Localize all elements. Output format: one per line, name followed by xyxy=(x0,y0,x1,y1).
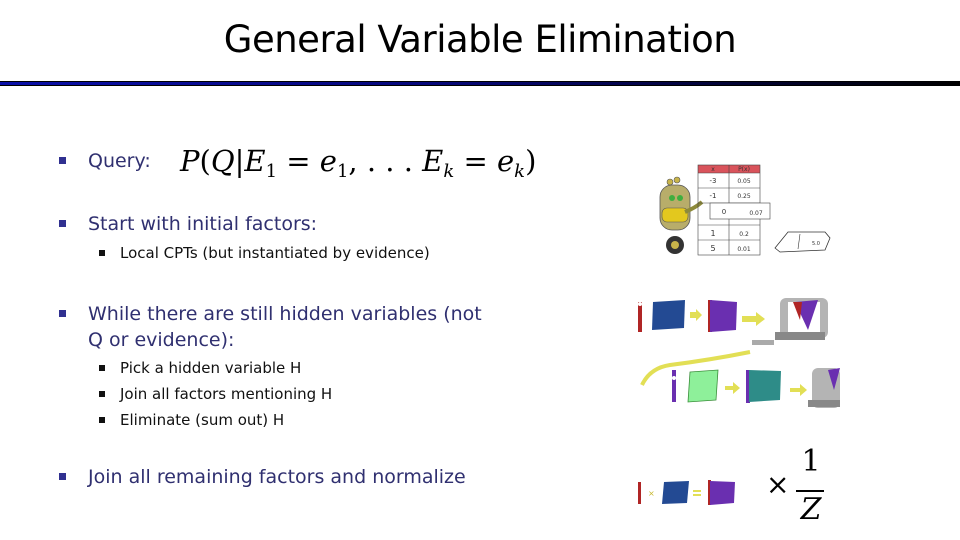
sub-bullet-text: Join all factors mentioning H xyxy=(120,385,333,403)
query-label: Query: xyxy=(88,150,151,172)
times-symbol: × xyxy=(766,468,790,501)
formula-open-paren: ( xyxy=(199,144,211,178)
factor-purple-icon xyxy=(708,480,735,505)
formula-sub-1b: 1 xyxy=(336,161,349,182)
join-eliminate-illustration xyxy=(638,298,840,408)
bullet-final: Join all remaining factors and normalize xyxy=(59,464,466,490)
sub-bullet-marker xyxy=(99,365,105,371)
formula-ek: e xyxy=(497,144,515,178)
bullet-final-text: Join all remaining factors and normalize xyxy=(88,466,466,488)
sub-bullet-pick: Pick a hidden variable H xyxy=(99,355,302,381)
slide-title: General Variable Elimination xyxy=(223,18,737,61)
bullet-marker xyxy=(59,157,66,164)
factor-green-icon xyxy=(687,369,719,403)
formula-e1: e xyxy=(319,144,337,178)
cpt-header-px: P(x) xyxy=(738,166,750,173)
formula-Ek: E xyxy=(422,144,444,178)
bullet-start: Start with initial factors: xyxy=(59,211,318,237)
bullet-start-text: Start with initial factors: xyxy=(88,213,318,235)
formula-eq: = xyxy=(277,144,320,178)
fraction-numerator: 1 xyxy=(801,444,821,479)
bullet-marker xyxy=(59,220,66,227)
equals-icon xyxy=(693,490,701,496)
factor-pin-red-icon xyxy=(638,482,641,504)
cpt-cell: 0.2 xyxy=(739,231,749,238)
scale-label: 5.0 xyxy=(812,241,820,247)
factor-blue-icon xyxy=(662,481,689,504)
cpt-cell: 0.05 xyxy=(737,178,751,185)
arrow-icon xyxy=(725,382,740,394)
cpt-table: x P(x) -3 0.05 -1 0.25 0 0.07 1 0.2 5 0.… xyxy=(697,164,771,256)
robot-icon xyxy=(659,176,704,254)
cpt-cell: 0.25 xyxy=(737,193,751,200)
formula-Q: Q xyxy=(210,144,235,178)
formula-sub-kb: k xyxy=(514,161,526,182)
bullet-marker xyxy=(59,310,66,317)
factor-purple-icon xyxy=(708,300,737,332)
scale-icon: 5.0 xyxy=(774,231,831,253)
bullet-marker xyxy=(59,473,66,480)
sub-bullet-text: Eliminate (sum out) H xyxy=(120,411,285,429)
cpt-cell: 5 xyxy=(710,244,715,253)
sub-bullet-eliminate: Eliminate (sum out) H xyxy=(99,407,285,433)
formula-E1: E xyxy=(244,144,266,178)
formula-sub-1: 1 xyxy=(265,161,278,182)
robot-cpt-illustration: x P(x) -3 0.05 -1 0.25 0 0.07 1 0.2 5 0.… xyxy=(659,164,831,256)
query-formula: P(Q|E1 = e1, . . . Ek = ek) xyxy=(180,144,536,182)
sub-bullet-marker xyxy=(99,417,105,423)
factor-blue-icon xyxy=(652,300,685,330)
clamp-icon xyxy=(808,368,840,408)
cpt-cell: 0.07 xyxy=(749,210,763,217)
cpt-cell: -1 xyxy=(710,192,717,200)
formula-dots: , . . . xyxy=(348,144,423,178)
title-rule xyxy=(0,81,960,86)
factor-pin-purple-icon xyxy=(672,370,676,402)
cpt-cell: 0 xyxy=(722,208,726,216)
cpt-cell: 1 xyxy=(710,229,715,238)
sub-bullet-text: Local CPTs (but instantiated by evidence… xyxy=(120,244,430,262)
sub-bullet-marker xyxy=(99,391,105,397)
arrow-icon xyxy=(690,309,702,321)
bullet-query: Query: xyxy=(59,148,151,174)
arrow-icon xyxy=(742,312,765,326)
sub-bullet-marker xyxy=(99,250,105,256)
cpt-header-x: x xyxy=(711,166,715,173)
times-sign: × xyxy=(648,489,655,498)
clamp-icon xyxy=(752,298,828,345)
arrow-icon xyxy=(790,384,807,396)
formula-close-paren: ) xyxy=(525,144,537,178)
formula-eq2: = xyxy=(454,144,497,178)
sub-bullet-join: Join all factors mentioning H xyxy=(99,381,333,407)
bullet-while-line1: While there are still hidden variables (… xyxy=(88,303,482,325)
bullet-while: While there are still hidden variables (… xyxy=(59,301,482,353)
sub-bullet-local-cpts: Local CPTs (but instantiated by evidence… xyxy=(99,240,430,266)
sub-bullet-text: Pick a hidden variable H xyxy=(120,359,302,377)
cpt-cell: 0.01 xyxy=(737,246,751,253)
fraction-denominator: Z xyxy=(800,492,822,527)
bullet-while-line2: Q or evidence): xyxy=(88,329,235,351)
cpt-cell: -3 xyxy=(710,177,717,185)
factor-pin-red-icon xyxy=(638,302,642,332)
formula-P: P xyxy=(180,144,200,178)
formula-sub-k: k xyxy=(443,161,455,182)
formula-given: | xyxy=(234,144,245,178)
final-join-illustration: × xyxy=(638,480,735,505)
factor-teal-icon xyxy=(746,370,781,403)
